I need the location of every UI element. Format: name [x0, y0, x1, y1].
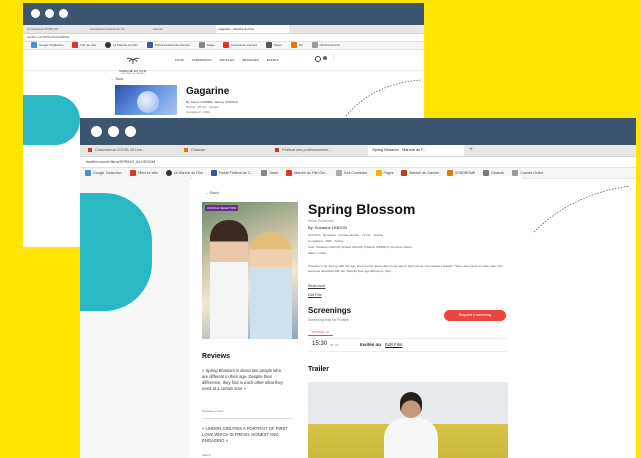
screening-edit-link[interactable]: Edit Film [385, 342, 403, 347]
tab-strip: Coronavirus COVID-19 Live... Cinando Fes… [80, 145, 636, 157]
reviews-title: Reviews [202, 353, 231, 360]
tab-strip: Coronavirus COVID-19 ... Livestream Fest… [23, 25, 424, 34]
trailer-video[interactable] [308, 382, 508, 458]
read-more-link[interactable]: Read more [308, 284, 325, 288]
decorative-teal-shape [80, 193, 152, 311]
window-control-dot[interactable] [91, 126, 102, 137]
video-person-body [384, 418, 438, 458]
nav-item-screenings[interactable]: SCREENINGS [192, 58, 212, 62]
screening-status: Invités ou [360, 342, 382, 347]
film-director: By: Fanny LIATARD, Jérémy TROUILH [186, 100, 239, 104]
new-tab-icon[interactable]: + [469, 145, 473, 156]
film-poster[interactable]: OFFICIAL SELECTION [202, 202, 298, 339]
screening-duration: 25 min [330, 343, 340, 347]
film-meta-cast: Cast: Suzanne LINDON, Arnaud VALOIS, Fré… [308, 245, 412, 249]
screening-day-tab[interactable]: MONDAY 22 [308, 329, 334, 336]
browser-tab[interactable]: Cinando [184, 145, 274, 156]
request-screening-button[interactable]: Request a screening [444, 310, 506, 321]
video-person-head [400, 392, 422, 418]
poster-figure-left [210, 220, 248, 339]
window-control-dot[interactable] [108, 126, 119, 137]
film-genre: Drama · 95 min · France [186, 105, 219, 109]
brand-subtitle: FESTIVAL DE CANNES [121, 73, 145, 75]
film-meta-sales: Sales: Luxbox [308, 251, 327, 255]
film-original-title: Seize Printemps [308, 219, 334, 223]
search-icon[interactable] [315, 56, 321, 62]
film-poster[interactable] [115, 85, 177, 115]
review-quote: « Spring Blossom is about two people who… [202, 368, 283, 391]
browser-tab-active[interactable]: Spring Blossom - Marché du F... [368, 145, 465, 156]
user-icon[interactable] [323, 56, 327, 60]
window-control-dot[interactable] [31, 9, 40, 18]
tab-favicon [88, 148, 92, 152]
tab-favicon [184, 148, 189, 152]
decorative-curve [533, 185, 631, 233]
decorative-teal-shape [23, 95, 80, 145]
browser-tab[interactable]: Coronavirus COVID-19 Live... [88, 145, 183, 156]
window-control-dot[interactable] [45, 9, 54, 18]
browser-tab[interactable]: Livestream Festival de Ca... [90, 25, 152, 33]
trailer-title: Trailer [308, 366, 330, 373]
poster-figure-right [250, 232, 292, 339]
film-meta-status: Completed · 2020 · Fiction [308, 239, 344, 243]
window-titlebar [80, 118, 636, 145]
browser-tab[interactable]: Festival des professionnels ... [275, 145, 367, 156]
review-quote: « LINDON CREATES A PORTRAIT OF FIRST LOV… [202, 426, 288, 443]
decorative-curve [345, 79, 423, 117]
film-synopsis: Suzanne is 16. Fed up with her age, she … [308, 264, 503, 273]
menu-icon[interactable]: ⋮ [331, 56, 336, 61]
window-control-dot[interactable] [59, 9, 68, 18]
address-bar[interactable]: bazfilm.com/fr/films/GAGARINE [23, 34, 424, 42]
review-source: Suzanne Lindon [202, 409, 224, 413]
browser-tab[interactable]: Cannes [153, 25, 215, 33]
film-title: Spring Blossom [308, 201, 416, 217]
nav-item-events[interactable]: EVENTS [267, 58, 279, 62]
nav-item-messages[interactable]: MESSAGES [242, 58, 259, 62]
edit-film-link[interactable]: Edit Film [308, 293, 322, 297]
review-divider [202, 418, 292, 419]
screenings-subtitle: Screening only for Profiles [308, 318, 349, 322]
site-header: MARCHÉ DU FILM FESTIVAL DE CANNES FILMS … [23, 48, 424, 75]
poster-planet [137, 91, 159, 113]
film-status: Completed · 2020 [186, 110, 210, 114]
nav-item-films[interactable]: FILMS [175, 58, 184, 62]
screening-time: 15:30 [312, 341, 328, 347]
window-titlebar [23, 3, 424, 25]
tab-favicon [275, 148, 280, 152]
site-nav: FILMS SCREENINGS PROFILES MESSAGES EVENT… [175, 58, 279, 62]
content-card: ← Back OFFICIAL SELECTION Spring Blossom… [192, 176, 522, 458]
back-link[interactable]: ← Back [111, 77, 123, 81]
film-director: By: Suzanne LINDON [308, 225, 347, 230]
front-browser-window: Coronavirus COVID-19 Live... Cinando Fes… [80, 118, 636, 458]
nav-item-profiles[interactable]: PROFILES [219, 58, 234, 62]
palm-logo-icon [126, 57, 140, 64]
window-control-dot[interactable] [125, 126, 136, 137]
browser-tab-active[interactable]: Gagarine - Marché du Film [215, 25, 289, 33]
site-logo[interactable]: MARCHÉ DU FILM FESTIVAL DE CANNES [113, 51, 153, 75]
screenings-title: Screenings [308, 306, 352, 315]
selection-badge: OFFICIAL SELECTION [205, 205, 239, 211]
review-source: Variety [202, 453, 212, 457]
back-link[interactable]: ← Back [205, 190, 219, 195]
screening-row[interactable]: 15:30 25 min Invités ou Edit Film [308, 338, 508, 352]
film-title: Gagarine [186, 86, 230, 97]
browser-tab[interactable]: Coronavirus COVID-19 ... [27, 25, 89, 33]
film-meta-genre: First Film · Romance · Female director ·… [308, 233, 384, 237]
address-bar[interactable]: bazfilm.com/fr/films/SPRING_BLOSSOM [80, 157, 636, 168]
